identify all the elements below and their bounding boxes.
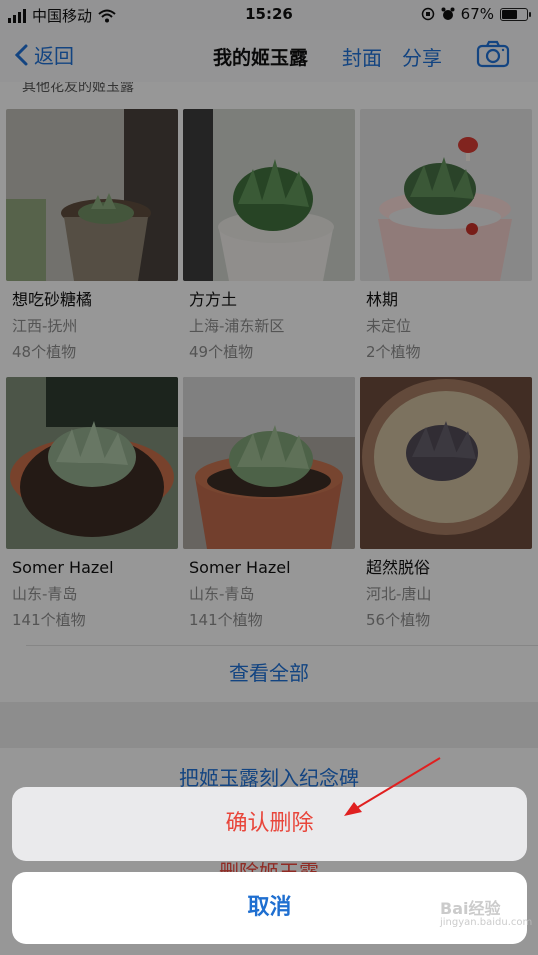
watermark-brand: Bai经验: [440, 899, 501, 918]
annotation-arrow: [344, 757, 441, 816]
watermark: Bai经验 jingyan.baidu.com: [440, 895, 532, 928]
confirm-delete-button[interactable]: 确认删除: [12, 787, 527, 861]
watermark-url: jingyan.baidu.com: [440, 917, 533, 928]
